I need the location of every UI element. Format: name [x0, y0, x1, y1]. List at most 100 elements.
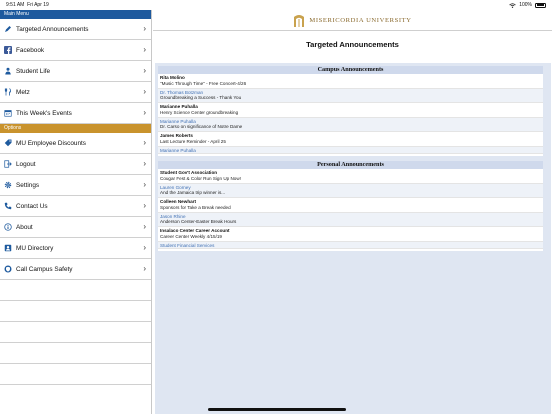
announcement-item[interactable]: Student Gov't Association Cougar Fest & … — [158, 169, 543, 184]
campus-announcements-heading: Campus Announcements — [158, 66, 543, 74]
home-indicator[interactable] — [208, 408, 346, 411]
sidebar-item-label: Metz — [16, 88, 30, 96]
directory-icon — [4, 244, 12, 252]
sidebar-item-targeted-announcements[interactable]: Targeted Announcements › — [0, 19, 151, 40]
announcement-item[interactable]: Rita Molino "Music Through Time" - Free … — [158, 74, 543, 89]
university-logo: MISERICORDIA UNIVERSITY — [153, 10, 552, 30]
chevron-right-icon: › — [143, 180, 146, 189]
sidebar-item-student-life[interactable]: Student Life › — [0, 61, 151, 82]
sidebar-item-contact-us[interactable]: Contact Us › — [0, 196, 151, 217]
empty-row — [0, 364, 151, 385]
sidebar-item-this-weeks-events[interactable]: This Week's Events › — [0, 103, 151, 124]
sidebar-item-about[interactable]: About › — [0, 217, 151, 238]
announcement-item[interactable]: Marianne Puhalla Henry Science Center gr… — [158, 103, 543, 118]
empty-row — [0, 322, 151, 343]
options-header: Options — [0, 124, 151, 133]
status-date: Fri Apr 19 — [27, 2, 49, 8]
empty-row — [0, 280, 151, 301]
ipad-screen: 9:51 AM Fri Apr 19 100% Main Menu Target… — [0, 0, 552, 414]
sidebar-item-metz[interactable]: Metz › — [0, 82, 151, 103]
chevron-right-icon: › — [143, 138, 146, 147]
announcements-panel: Campus Announcements Rita Molino "Music … — [155, 63, 551, 414]
chevron-right-icon: › — [143, 222, 146, 231]
sidebar-item-label: Facebook — [16, 46, 45, 54]
announcement-item[interactable]: Lauren Gorney And the Jamaica trip winne… — [158, 183, 543, 198]
announcement-subject: Last Lecture Reminder - April 25 — [160, 138, 226, 144]
personal-announcements-section: Personal Announcements Student Gov't Ass… — [158, 161, 543, 251]
utensils-icon — [4, 88, 12, 96]
person-icon — [4, 67, 12, 75]
title-area: Targeted Announcements — [153, 30, 552, 63]
sidebar: Main Menu Targeted Announcements › Faceb… — [0, 10, 152, 414]
sidebar-item-mu-directory[interactable]: MU Directory › — [0, 238, 151, 259]
announcement-item[interactable]: Marianne Puhalla Dr. Carso on significan… — [158, 117, 543, 132]
announcement-subject: Anderson Center-Easter Break Hours — [160, 219, 237, 225]
empty-row — [0, 301, 151, 322]
status-right: 100% — [509, 2, 546, 8]
calendar-icon — [4, 109, 12, 117]
wifi-icon — [509, 2, 516, 8]
announcement-item[interactable]: Student Financial Services — [158, 241, 543, 249]
logo-text: MISERICORDIA UNIVERSITY — [309, 16, 412, 24]
sidebar-item-logout[interactable]: Logout › — [0, 154, 151, 175]
logout-icon — [4, 160, 12, 168]
announcement-item[interactable]: Colleen Newhart Sponsors for Take a Brea… — [158, 198, 543, 213]
status-time-date: 9:51 AM Fri Apr 19 — [6, 2, 49, 8]
sidebar-item-label: Student Life — [16, 67, 51, 75]
university-crest-icon — [294, 15, 305, 27]
facebook-icon — [4, 46, 12, 54]
main-menu-header: Main Menu — [0, 10, 151, 19]
chevron-right-icon: › — [143, 159, 146, 168]
announcement-subject: Dr. Carso on significance of Notre Dame — [160, 124, 243, 130]
gear-icon — [4, 181, 12, 189]
sidebar-item-label: This Week's Events — [16, 109, 72, 117]
announcement-item[interactable]: James Roberts Last Lecture Reminder - Ap… — [158, 132, 543, 147]
announcement-item[interactable]: Insalaco Center Career Account Career Ce… — [158, 227, 543, 242]
chevron-right-icon: › — [143, 45, 146, 54]
announcement-subject: And the Jamaica trip winner is... — [160, 190, 226, 196]
chevron-right-icon: › — [143, 24, 146, 33]
sidebar-item-mu-employee-discounts[interactable]: MU Employee Discounts › — [0, 133, 151, 154]
battery-percent: 100% — [519, 2, 532, 8]
announcement-subject: "Music Through Time" - Free Concert-4/26 — [160, 80, 247, 86]
announcement-subject: Career Center Weekly 4/15/19 — [160, 233, 222, 239]
phone-icon — [4, 202, 12, 210]
sidebar-item-label: MU Directory — [16, 244, 54, 252]
sidebar-item-label: Contact Us — [16, 202, 48, 210]
announcement-subject: Groundbreaking a Success - Thank You — [160, 95, 242, 101]
chevron-right-icon: › — [143, 108, 146, 117]
personal-announcements-heading: Personal Announcements — [158, 161, 543, 169]
announcement-item[interactable]: Dr. Thomas Botzman Groundbreaking a Succ… — [158, 88, 543, 103]
sidebar-item-label: MU Employee Discounts — [16, 139, 86, 147]
sidebar-item-label: Call Campus Safety — [16, 265, 73, 273]
info-icon — [4, 223, 12, 231]
campus-announcements-section: Campus Announcements Rita Molino "Music … — [158, 66, 543, 156]
status-time: 9:51 AM — [6, 2, 25, 8]
status-bar: 9:51 AM Fri Apr 19 100% — [0, 0, 552, 10]
sidebar-item-call-campus-safety[interactable]: Call Campus Safety › — [0, 259, 151, 280]
announcement-subject: Cougar Fest & Color Run Sign Up Now! — [160, 175, 241, 181]
announcement-subject: Henry Science Center groundbreaking — [160, 109, 239, 115]
announcement-item[interactable]: Marianne Puhalla — [158, 146, 543, 154]
announcement-sender: Marianne Puhalla — [160, 147, 196, 153]
chevron-right-icon: › — [143, 264, 146, 273]
chevron-right-icon: › — [143, 66, 146, 75]
page-title: Targeted Announcements — [306, 40, 399, 49]
shield-icon — [4, 265, 12, 273]
tag-icon — [4, 139, 12, 147]
announcement-subject: Sponsors for Take a Break needed — [160, 204, 231, 210]
empty-row — [0, 343, 151, 364]
main-content: MISERICORDIA UNIVERSITY Targeted Announc… — [153, 10, 552, 414]
announcement-item[interactable]: Jason Rhine Anderson Center-Easter Break… — [158, 212, 543, 227]
chevron-right-icon: › — [143, 87, 146, 96]
chevron-right-icon: › — [143, 243, 146, 252]
sidebar-item-settings[interactable]: Settings › — [0, 175, 151, 196]
battery-icon — [535, 2, 546, 8]
sidebar-item-label: About — [16, 223, 33, 231]
chevron-right-icon: › — [143, 201, 146, 210]
sidebar-item-facebook[interactable]: Facebook › — [0, 40, 151, 61]
sidebar-item-label: Logout — [16, 160, 36, 168]
announcement-sender: Student Financial Services — [160, 242, 215, 248]
sidebar-item-label: Settings — [16, 181, 40, 189]
sidebar-item-label: Targeted Announcements — [16, 25, 89, 33]
